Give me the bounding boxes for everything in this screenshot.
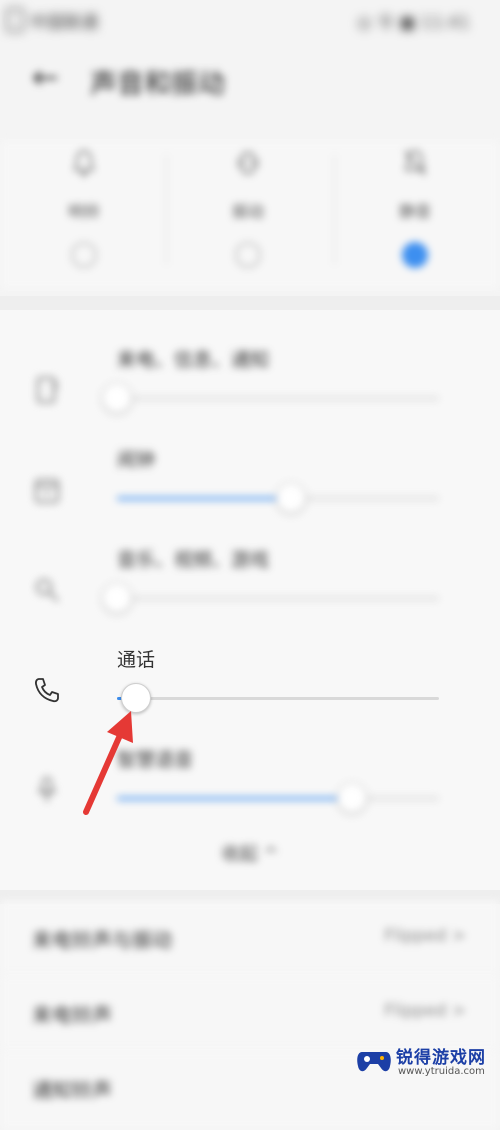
vibrate-icon xyxy=(238,152,258,174)
collapse-link[interactable]: 收起 ^ xyxy=(0,840,500,866)
slider-thumb[interactable] xyxy=(102,583,132,613)
volume-row-media: 音乐、视频、游戏 xyxy=(0,545,500,645)
volume-label: 来电、信息、通知 xyxy=(117,349,270,371)
watermark-url: www.ytruida.com xyxy=(398,1066,485,1077)
page-title: 声音和振动 xyxy=(90,69,225,100)
setting-row-call-ringtone-vibration[interactable]: 来电铃声与振动 Flipped > xyxy=(0,900,500,980)
volume-slider[interactable] xyxy=(117,483,439,513)
setting-value: Flipped > xyxy=(384,926,466,946)
volume-label: 智慧语音 xyxy=(117,749,194,771)
mode-ring[interactable]: 响铃 xyxy=(24,140,144,280)
mode-label: 静音 xyxy=(398,202,431,221)
gamepad-logo-icon xyxy=(357,1052,391,1072)
volume-label: 通话 xyxy=(117,649,156,671)
volume-slider[interactable] xyxy=(102,583,439,613)
status-bar: 中国联通 ◎ 令 ■ 11:41 xyxy=(0,0,500,40)
volume-card: 来电、信息、通知 闹钟 音乐、视频、游戏 通话 智慧语音 xyxy=(0,310,500,890)
setting-label: 来电铃声与振动 xyxy=(32,928,172,952)
media-icon xyxy=(36,579,59,602)
watermark-name: 锐得游戏网 xyxy=(396,1048,486,1068)
section-gap xyxy=(0,296,500,310)
mode-radio[interactable] xyxy=(71,242,97,268)
volume-slider[interactable] xyxy=(102,383,439,413)
carrier-name: 中国联通 xyxy=(30,13,98,33)
setting-label: 通知铃声 xyxy=(32,1078,112,1102)
mode-mute[interactable]: 静音 xyxy=(355,140,475,280)
slider-fill xyxy=(117,797,353,800)
slider-thumb[interactable] xyxy=(337,783,368,813)
volume-row-call: 通话 xyxy=(0,645,500,745)
setting-value: Flipped > xyxy=(384,1001,466,1021)
volume-row-alarm: 闹钟 xyxy=(0,445,500,545)
mode-label: 响铃 xyxy=(67,202,100,221)
volume-slider[interactable] xyxy=(117,683,439,713)
volume-slider[interactable] xyxy=(117,783,439,813)
ringtone-icon xyxy=(37,377,58,403)
mode-label: 振动 xyxy=(231,202,264,221)
divider xyxy=(166,155,167,265)
watermark: 锐得游戏网 www.ytruida.com xyxy=(356,1042,496,1082)
mute-icon xyxy=(404,149,426,176)
divider xyxy=(334,155,335,265)
phone-icon xyxy=(35,678,59,703)
setting-label: 来电铃声 xyxy=(32,1003,112,1027)
sim-card-icon xyxy=(6,8,24,32)
volume-label: 音乐、视频、游戏 xyxy=(117,549,270,571)
header: ← 声音和振动 xyxy=(0,50,500,110)
slider-thumb[interactable] xyxy=(102,383,132,413)
back-arrow-icon[interactable]: ← xyxy=(32,58,59,96)
slider-fill xyxy=(117,497,291,500)
volume-row-voice: 智慧语音 xyxy=(0,745,500,845)
slider-thumb[interactable] xyxy=(275,483,306,513)
bell-icon xyxy=(73,149,95,177)
status-icons-time: ◎ 令 ■ 11:41 xyxy=(356,13,470,33)
mode-vibrate[interactable]: 振动 xyxy=(188,140,308,280)
voice-assistant-icon xyxy=(38,777,56,802)
mode-radio[interactable] xyxy=(235,242,261,268)
alarm-icon xyxy=(35,479,59,503)
sound-mode-selector: 响铃 振动 静音 xyxy=(0,140,500,290)
volume-row-ringtone: 来电、信息、通知 xyxy=(0,345,500,445)
volume-label: 闹钟 xyxy=(117,449,156,471)
mode-radio-selected[interactable] xyxy=(402,242,428,268)
slider-thumb[interactable] xyxy=(121,683,152,713)
